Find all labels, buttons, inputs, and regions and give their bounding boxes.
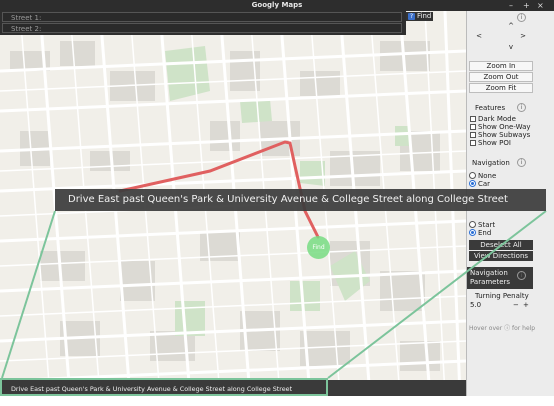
pan-right-label: > (520, 32, 526, 40)
show-subways-label: Show Subways (478, 131, 531, 139)
dark-mode-checkbox[interactable] (470, 116, 476, 122)
deselect-all-button[interactable]: Deselect All (469, 240, 533, 250)
show-one-way-label: Show One-Way (478, 123, 531, 131)
minimize-button[interactable]: – (509, 0, 513, 11)
show-one-way-checkbox[interactable] (470, 124, 476, 130)
help-hint: Hover over ⓘ for help (469, 325, 536, 332)
window-title: Googly Maps (0, 0, 554, 11)
search-bar: Street 1: Street 2: (0, 11, 406, 35)
street-2-input[interactable]: Street 2: (2, 23, 402, 33)
turning-penalty-label: Turning Penalty (475, 292, 529, 300)
zoom-out-button[interactable]: Zoom Out (469, 72, 533, 82)
pan-right-button[interactable]: > (513, 32, 533, 41)
street-1-input[interactable]: Street 1: (2, 12, 402, 22)
show-poi-checkbox[interactable] (470, 140, 476, 146)
features-heading: Features (475, 104, 506, 112)
info-icon[interactable]: i (517, 13, 526, 22)
find-marker[interactable]: Find (307, 236, 330, 259)
navigation-heading: Navigation (472, 159, 510, 167)
zoom-fit-button[interactable]: Zoom Fit (469, 83, 533, 93)
zoom-in-button[interactable]: Zoom In (469, 61, 533, 71)
window-bottom-strip (0, 396, 554, 406)
dark-mode-label: Dark Mode (478, 115, 516, 123)
status-bar-background (328, 380, 466, 396)
pan-left-label: < (476, 32, 482, 40)
find-button[interactable]: ? Find (406, 12, 434, 21)
view-directions-button[interactable]: View Directions (469, 251, 533, 261)
directions-status-bar: Drive East past Queen's Park & Universit… (0, 378, 328, 396)
end-label: End (478, 229, 492, 237)
show-poi-label: Show POI (478, 139, 511, 147)
nav-none-radio[interactable] (469, 172, 476, 179)
maximize-button[interactable]: + (523, 0, 530, 11)
nav-none-label: None (478, 172, 497, 180)
pan-down-button[interactable]: v (467, 43, 554, 52)
increase-penalty-button[interactable]: + (523, 301, 529, 309)
nav-params-info-icon[interactable]: i (517, 271, 526, 280)
start-label: Start (478, 221, 496, 229)
start-radio[interactable] (469, 221, 476, 228)
pan-left-button[interactable]: < (469, 32, 489, 41)
find-label: Find (417, 12, 432, 20)
pan-down-label: v (508, 43, 514, 51)
navigation-info-icon[interactable]: i (517, 158, 526, 167)
pan-up-label: ^ (508, 22, 514, 30)
close-button[interactable]: × (537, 0, 544, 11)
decrease-penalty-button[interactable]: − (513, 301, 519, 309)
directions-callout: Drive East past Queen's Park & Universit… (55, 189, 546, 211)
help-icon: ? (408, 13, 415, 20)
turning-penalty-value[interactable]: 5.0 (470, 301, 481, 309)
show-subways-checkbox[interactable] (470, 132, 476, 138)
end-radio[interactable] (469, 229, 476, 236)
nav-car-radio[interactable] (469, 180, 476, 187)
nav-car-label: Car (478, 180, 491, 188)
features-info-icon[interactable]: i (517, 103, 526, 112)
pan-up-button[interactable]: ^ (467, 22, 554, 31)
